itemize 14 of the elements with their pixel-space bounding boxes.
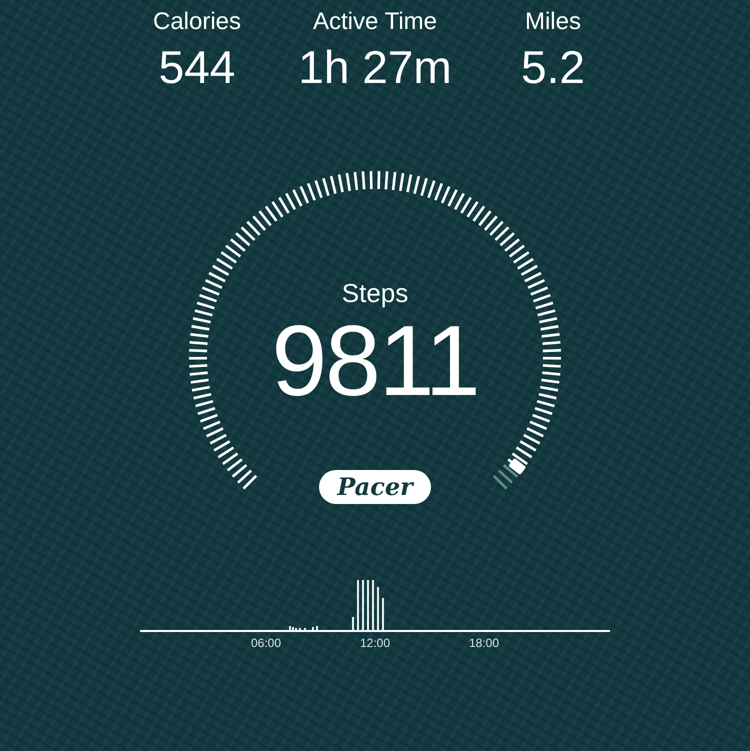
stat-label: Calories (152, 8, 242, 36)
progress-marker (508, 458, 526, 475)
stat-label: Miles (524, 8, 581, 36)
time-label: 18:00 (468, 636, 500, 650)
time-label: 12:00 (360, 636, 390, 650)
stat-value: 544 (158, 40, 236, 95)
steps-label: Steps (342, 278, 408, 308)
pacer-logo: Pacer (319, 470, 431, 504)
stat-label: Active Time (312, 8, 438, 36)
stat-value: 5.2 (521, 40, 585, 95)
gauge-remaining-ticks (492, 464, 518, 490)
steps-count: 9811 (271, 308, 479, 414)
stat-value: 1h 27m (298, 40, 452, 95)
time-label: 06:00 (250, 636, 282, 650)
